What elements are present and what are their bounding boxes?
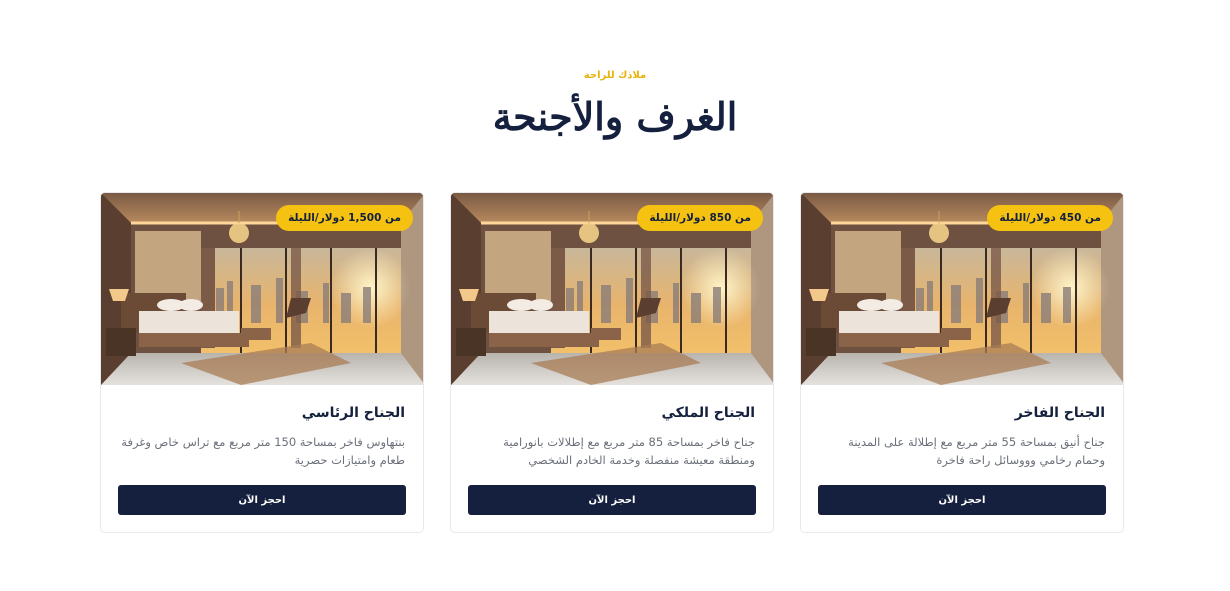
room-image: من 850 دولار/الليلة (451, 193, 774, 385)
room-description: جناح أنيق بمساحة 55 متر مربع مع إطلالة ع… (848, 435, 1105, 467)
section-eyebrow: ملاذك للراحة (583, 70, 647, 81)
book-now-button[interactable]: احجز الآن (468, 485, 756, 515)
price-badge: من 1,500 دولار/الليلة (276, 205, 413, 231)
room-card-royal: من 850 دولار/الليلة الجناح الملكي جناح ف… (450, 192, 774, 533)
room-card-deluxe: من 450 دولار/الليلة الجناح الفاخر جناح أ… (800, 192, 1124, 533)
section-title: الغرف والأجنحة (492, 94, 738, 139)
room-title: الجناح الرئاسي (301, 405, 405, 421)
room-title: الجناح الفاخر (1014, 405, 1105, 421)
room-image: من 1,500 دولار/الليلة (101, 193, 424, 385)
room-image: من 450 دولار/الليلة (801, 193, 1124, 385)
price-badge: من 450 دولار/الليلة (987, 205, 1113, 231)
room-description: بنتهاوس فاخر بمساحة 150 متر مربع مع تراس… (121, 435, 405, 467)
room-description: جناح فاخر بمساحة 85 متر مربع مع إطلالات … (503, 435, 755, 467)
room-card-presidential: من 1,500 دولار/الليلة الجناح الرئاسي بنت… (100, 192, 424, 533)
book-now-button[interactable]: احجز الآن (118, 485, 406, 515)
price-badge: من 850 دولار/الليلة (637, 205, 763, 231)
book-now-button[interactable]: احجز الآن (818, 485, 1106, 515)
room-title: الجناح الملكي (661, 405, 755, 421)
